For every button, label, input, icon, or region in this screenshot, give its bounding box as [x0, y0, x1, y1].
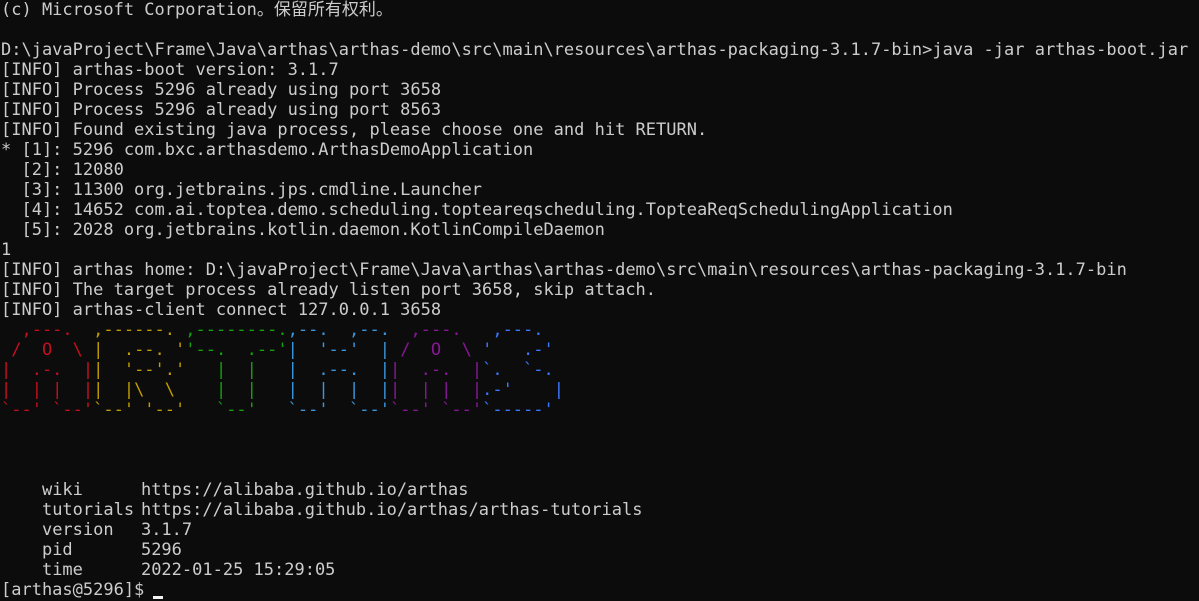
info-row-time: time 2022-01-25 15:29:05 [1, 540, 335, 580]
process-option-3: [3]: 11300 org.jetbrains.jps.cmdline.Lau… [1, 180, 483, 200]
terminal-line-boot-version: [INFO] arthas-boot version: 3.1.7 [1, 60, 339, 80]
terminal-line-user-choice: 1 [1, 240, 12, 260]
banner-letter-a-segment: / O \ [1, 340, 94, 360]
banner-letter-t-segment: | | [185, 360, 288, 380]
terminal-line-arthas-home: [INFO] arthas home: D:\javaProject\Frame… [1, 260, 1127, 280]
info-row-pid: pid 5296 [1, 520, 182, 560]
banner-letter-a-segment: `--' `--' [1, 400, 94, 420]
banner-letter-t-segment: `--' [185, 400, 288, 420]
banner-letter-r-segment: ,------. [93, 320, 186, 340]
terminal-window[interactable]: (c) Microsoft Corporation。保留所有权利。 D:\jav… [0, 0, 1199, 601]
command-prompt: [arthas@5296]$ [1, 580, 164, 600]
banner-letter-a-segment: `--' `--' [389, 400, 483, 420]
process-option-2: [2]: 12080 [1, 160, 124, 180]
info-row-tutorials: tutorials https://alibaba.github.io/artha… [1, 480, 643, 520]
banner-letter-s-segment: .-' | [482, 380, 564, 400]
banner-letter-s-segment: `-----' [482, 400, 564, 420]
terminal-line-copyright: (c) Microsoft Corporation。保留所有权利。 [1, 0, 393, 20]
info-key: time [41, 560, 83, 580]
terminal-line-choose-process: [INFO] Found existing java process, plea… [1, 120, 708, 140]
banner-row: | .-. || '--'.' | | | .--. || .-. |`. `-… [1, 360, 564, 380]
banner-letter-t-segment: ,--------. [185, 320, 288, 340]
prompt-text: [arthas@5296]$ [1, 580, 145, 600]
banner-row: `--' `--'`--' '--' `--' `--' `--'`--' `-… [1, 400, 564, 420]
banner-letter-h-segment: | '--' | [287, 340, 390, 360]
banner-row: ,---. ,------. ,--------.,--. ,--. ,---.… [1, 320, 564, 340]
banner-letter-t-segment: | | [185, 380, 288, 400]
process-option-4: [4]: 14652 com.ai.toptea.demo.scheduling… [1, 200, 953, 220]
banner-letter-r-segment: | .--. ' [93, 340, 186, 360]
info-row-version: version 3.1.7 [1, 500, 192, 540]
terminal-line-command: D:\javaProject\Frame\Java\arthas\arthas-… [1, 40, 1189, 60]
banner-letter-r-segment: `--' '--' [93, 400, 186, 420]
info-row-wiki: wiki https://alibaba.github.io/arthas [1, 460, 469, 500]
terminal-line-port-3658: [INFO] Process 5296 already using port 3… [1, 80, 442, 100]
banner-letter-s-segment: ,---. [482, 320, 564, 340]
process-option-1: * [1]: 5296 com.bxc.arthasdemo.ArthasDem… [1, 140, 534, 160]
banner-letter-r-segment: | '--'.' [93, 360, 186, 380]
banner-letter-h-segment: ,--. ,--. [287, 320, 390, 340]
banner-letter-a-segment: | .-. | [1, 360, 94, 380]
banner-letter-s-segment: ' .-' [482, 340, 564, 360]
banner-letter-h-segment: `--' `--' [287, 400, 390, 420]
banner-letter-r-segment: | |\ \ [93, 380, 186, 400]
banner-row: | | | || |\ \ | | | | | || | | |.-' | [1, 380, 564, 400]
info-value: 2022-01-25 15:29:05 [140, 560, 336, 580]
banner-letter-a-segment: | | | | [389, 380, 483, 400]
banner-row: / O \ | .--. ''--. .--'| '--' | / O \ ' … [1, 340, 564, 360]
banner-letter-a-segment: ,---. [389, 320, 483, 340]
terminal-line-skip-attach: [INFO] The target process already listen… [1, 280, 657, 300]
process-option-5: [5]: 2028 org.jetbrains.kotlin.daemon.Ko… [1, 220, 605, 240]
banner-letter-a-segment: | | | | [1, 380, 94, 400]
banner-letter-s-segment: `. `-. [482, 360, 564, 380]
banner-letter-a-segment: | .-. | [389, 360, 483, 380]
banner-letter-a-segment: / O \ [389, 340, 483, 360]
command-input-area[interactable] [160, 580, 1190, 600]
banner-letter-t-segment: '--. .--' [185, 340, 288, 360]
banner-letter-h-segment: | | | | [287, 380, 390, 400]
banner-letter-h-segment: | .--. | [287, 360, 390, 380]
arthas-ascii-banner: ,---. ,------. ,--------.,--. ,--. ,---.… [1, 320, 564, 420]
terminal-line-port-8563: [INFO] Process 5296 already using port 8… [1, 100, 442, 120]
info-value: https://alibaba.github.io/arthas/arthas-… [140, 500, 643, 520]
terminal-line-client-connect: [INFO] arthas-client connect 127.0.0.1 3… [1, 300, 442, 320]
banner-letter-a-segment: ,---. [1, 320, 94, 340]
